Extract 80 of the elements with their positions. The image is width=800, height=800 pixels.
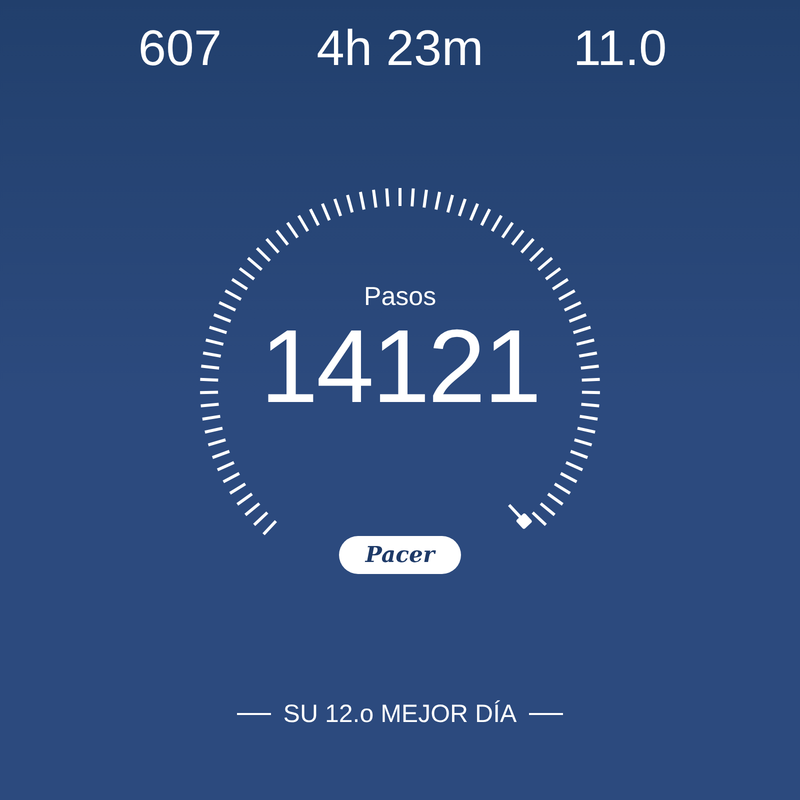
gauge-tick [410, 188, 415, 206]
best-day-text: SU 12.o MEJOR DÍA [283, 699, 517, 729]
gauge-tick [333, 198, 342, 216]
gauge-tick [238, 267, 256, 280]
gauge-tick [385, 188, 390, 206]
stat-value: 4h 23m [316, 19, 484, 78]
gauge-tick [244, 502, 260, 516]
gauge-tick [321, 203, 331, 221]
gauge-tick [265, 238, 280, 254]
gauge-tick [202, 352, 222, 358]
gauge-tick [286, 222, 299, 238]
gauge-tick [201, 364, 220, 370]
gauge-tick [422, 190, 428, 208]
gauge-tick [581, 402, 600, 408]
gauge-tick [560, 472, 578, 484]
stat-value: 11.0 [572, 19, 668, 78]
gauge-tick [229, 482, 246, 495]
gauge-tick [480, 208, 492, 226]
gauge-tick [446, 194, 454, 213]
gauge-tick [231, 278, 248, 290]
brand-badge: Pacer [339, 536, 461, 574]
gauge-tick [372, 190, 378, 208]
gauge-tick [490, 214, 503, 232]
gauge-tick [458, 198, 467, 216]
gauge-tick [308, 208, 320, 226]
gauge-tick [570, 450, 588, 459]
steps-count: 14121 [260, 312, 540, 422]
gauge-tick [222, 472, 240, 484]
gauge-tick [532, 511, 547, 526]
gauge-tick [200, 390, 218, 394]
gauge-tick [564, 301, 582, 312]
gauge-tick [236, 492, 253, 506]
gauge-tick [218, 301, 236, 312]
gauge-tick [247, 256, 263, 271]
gauge-tick [256, 247, 271, 262]
gauge-tick [577, 426, 596, 434]
gauge-tick [578, 352, 598, 358]
gauge-tick [200, 402, 219, 408]
gauge-tick [205, 338, 224, 346]
gauge-tick [224, 289, 242, 301]
gauge-tick [544, 267, 562, 280]
gauge-tick [554, 482, 571, 495]
gauge-tick [276, 230, 289, 246]
gauge-tick [568, 313, 587, 323]
gauge-tick [574, 438, 592, 446]
steps-label: Pasos [364, 280, 436, 312]
gauge-tick [520, 238, 535, 254]
gauge-tick [501, 222, 514, 238]
gauge-tick [202, 414, 220, 421]
gauge-tick [213, 313, 232, 323]
gauge-tick [208, 438, 226, 446]
gauge-tick [558, 289, 576, 301]
gauge-tick [582, 390, 600, 394]
gauge-tick [297, 214, 310, 232]
gauge-tick [576, 338, 595, 346]
gauge-tick [580, 414, 598, 421]
gauge-tick [346, 194, 354, 213]
gauge-tick [565, 461, 584, 472]
gauge-tick [547, 492, 564, 506]
gauge-tick [398, 188, 402, 206]
gauge-tick [434, 192, 442, 210]
gauge-tick [580, 364, 599, 370]
gauge-tick [582, 378, 600, 382]
gauge-tick [529, 247, 544, 262]
gauge-tick [537, 256, 553, 271]
gauge-tick [200, 378, 218, 382]
gauge-tick [204, 426, 223, 434]
gauge-tick [540, 502, 556, 516]
gauge-tick [511, 230, 524, 246]
progress-marker-icon [508, 504, 533, 530]
gauge-tick [212, 450, 230, 459]
gauge-tick [552, 278, 569, 290]
stat-value: 607 [137, 19, 223, 78]
gauge-tick [358, 192, 366, 210]
gauge-tick [572, 326, 591, 334]
gauge-tick [216, 461, 235, 472]
gauge-tick [253, 511, 268, 526]
gauge-tick [262, 520, 277, 536]
gauge-tick [469, 203, 479, 221]
gauge-tick [209, 326, 228, 334]
